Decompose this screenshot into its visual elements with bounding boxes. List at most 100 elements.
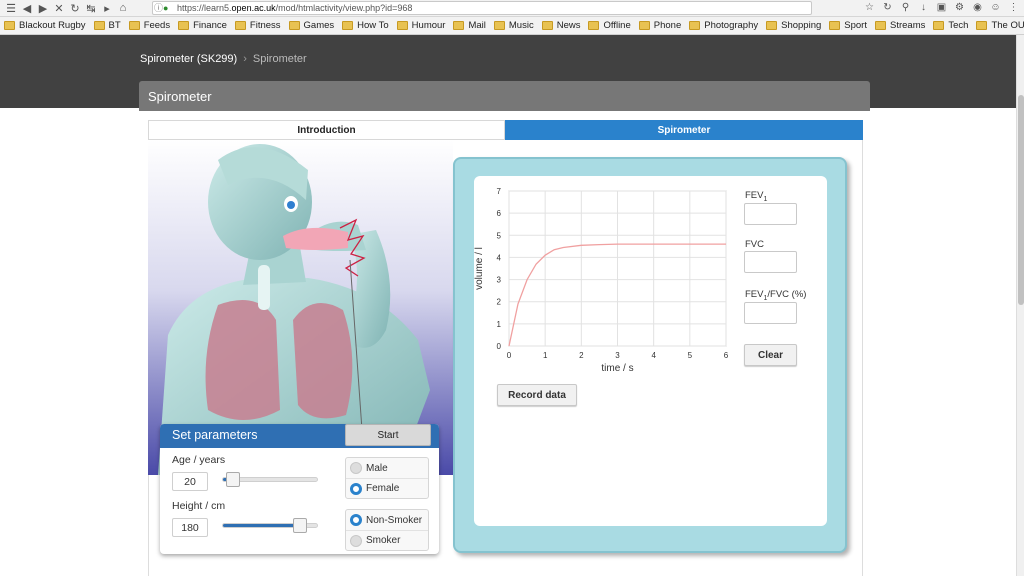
radio-non-smoker-label: Non-Smoker — [366, 514, 423, 526]
tab-introduction[interactable]: Introduction — [148, 120, 505, 140]
folder-icon — [875, 21, 886, 30]
addon-icon[interactable]: ◉ — [971, 1, 984, 14]
bookmark-blackout-rugby[interactable]: Blackout Rugby — [4, 20, 86, 31]
bookmark-streams[interactable]: Streams — [875, 20, 925, 31]
y-axis-label: volume / l — [474, 247, 485, 290]
bookmark-tech[interactable]: Tech — [933, 20, 968, 31]
radio-female[interactable]: Female — [346, 478, 428, 498]
settings-icon[interactable]: ⚙ — [953, 1, 966, 14]
tab-spirometer[interactable]: Spirometer — [505, 120, 863, 140]
stop-icon[interactable]: ✕ — [52, 1, 66, 15]
height-slider-fill — [223, 524, 300, 527]
spirometer-panel: 012345601234567 time / s volume / l FEV1… — [474, 176, 827, 526]
bookmark-sport[interactable]: Sport — [829, 20, 867, 31]
bookmark-offline[interactable]: Offline — [588, 20, 631, 31]
radio-smoker[interactable]: Smoker — [346, 530, 428, 550]
more-icon[interactable]: ⋮ — [1007, 1, 1020, 14]
search-icon[interactable]: ⚲ — [899, 1, 912, 14]
forward-icon[interactable]: ▶ — [36, 1, 50, 15]
bookmark-bt[interactable]: BT — [93, 20, 121, 31]
start-button[interactable]: Start — [345, 424, 431, 446]
age-slider[interactable] — [222, 472, 318, 487]
bookmark-label: Games — [303, 20, 335, 31]
url-domain: open.ac.uk — [231, 3, 276, 13]
record-data-button[interactable]: Record data — [497, 384, 577, 406]
scrollbar-thumb[interactable] — [1018, 95, 1024, 305]
download-icon[interactable]: ↓ — [917, 1, 930, 14]
radio-male[interactable]: Male — [346, 458, 428, 478]
radio-male-indicator[interactable] — [350, 462, 362, 474]
bookmark-label: Streams — [890, 20, 926, 31]
folder-icon — [638, 21, 650, 30]
radio-male-label: Male — [366, 462, 388, 474]
age-field[interactable]: 20 — [172, 472, 208, 491]
bookmark-games[interactable]: Games — [288, 20, 335, 31]
y-tick-label: 4 — [497, 253, 502, 262]
x-tick-label: 5 — [688, 351, 693, 360]
folder-icon — [4, 21, 15, 30]
url-path: /mod/htmlactivity/view.php?id=968 — [275, 3, 413, 13]
bookmark-the-ou[interactable]: The OU — [976, 20, 1024, 31]
bookmark-star-icon[interactable]: ☆ — [863, 1, 876, 14]
y-tick-label: 1 — [497, 320, 502, 329]
home-icon[interactable]: ⌂ — [116, 1, 130, 15]
profile-icon[interactable]: ☺ — [989, 1, 1002, 14]
folder-icon — [689, 21, 701, 30]
radio-smoker-indicator[interactable] — [350, 535, 362, 547]
y-tick-label: 0 — [497, 342, 502, 351]
bookmark-humour[interactable]: Humour — [396, 20, 445, 31]
height-slider-handle[interactable] — [292, 518, 307, 533]
folder-icon — [493, 21, 505, 30]
x-tick-label: 3 — [615, 351, 620, 360]
bookmark-shopping[interactable]: Shopping — [766, 20, 821, 31]
folder-icon — [933, 21, 945, 30]
breadcrumb-separator: › — [243, 53, 247, 65]
fev1-output — [744, 203, 797, 225]
folder-icon — [128, 21, 140, 30]
height-field[interactable]: 180 — [172, 518, 208, 537]
bookmark-fitness[interactable]: Fitness — [234, 20, 281, 31]
bookmark-photography[interactable]: Photography — [689, 20, 758, 31]
y-tick-label: 3 — [497, 276, 502, 285]
back-icon[interactable]: ◀ — [20, 1, 34, 15]
radio-female-indicator[interactable] — [350, 483, 362, 495]
ratio-output — [744, 302, 797, 324]
bookmark-feeds[interactable]: Feeds — [128, 20, 170, 31]
y-tick-label: 5 — [497, 231, 502, 240]
chart-grid — [508, 190, 727, 347]
address-bar[interactable]: ⓘ ● https://learn5.open.ac.uk/mod/htmlac… — [152, 1, 812, 15]
bookmark-mail[interactable]: Mail — [453, 20, 486, 31]
extension-icon[interactable]: ▣ — [935, 1, 948, 14]
radio-non-smoker[interactable]: Non-Smoker — [346, 510, 428, 530]
radio-non-smoker-indicator[interactable] — [350, 514, 362, 526]
bookmark-phone[interactable]: Phone — [638, 20, 681, 31]
bookmark-label: The OU — [991, 20, 1024, 31]
bookmark-label: Fitness — [249, 20, 281, 31]
bookmark-finance[interactable]: Finance — [178, 20, 227, 31]
clear-button[interactable]: Clear — [744, 344, 797, 366]
bookmark-how-to[interactable]: How To — [342, 20, 389, 31]
bookmark-label: Mail — [468, 20, 486, 31]
breadcrumb: Spirometer (SK299) › Spirometer — [140, 53, 307, 65]
bookmark-music[interactable]: Music — [493, 20, 534, 31]
breadcrumb-parent[interactable]: Spirometer (SK299) — [140, 53, 237, 65]
menu-icon[interactable]: ☰ — [4, 1, 18, 15]
info-icon[interactable]: ⓘ — [154, 2, 163, 14]
url-prefix: https://learn5. — [177, 3, 232, 13]
reload-icon[interactable]: ↻ — [68, 1, 82, 15]
folder-icon — [342, 21, 354, 30]
breadcrumb-current: Spirometer — [252, 53, 307, 65]
height-slider[interactable] — [222, 518, 318, 533]
height-label: Height / cm — [172, 500, 226, 512]
fev1-label-text: FEV — [745, 190, 764, 201]
parameters-panel: Set parameters Start Age / years 20 Heig… — [160, 424, 439, 554]
bookmark-news[interactable]: News — [541, 20, 580, 31]
history-icon[interactable]: ↹ — [84, 1, 98, 15]
activity-title: Spirometer — [148, 89, 212, 104]
scrollbar[interactable] — [1016, 35, 1024, 576]
ratio-label-post: /FVC (%) — [767, 289, 807, 300]
age-slider-handle[interactable] — [225, 472, 240, 487]
x-axis-label: time / s — [601, 363, 633, 374]
sync-icon[interactable]: ▸ — [100, 1, 114, 15]
refresh-icon[interactable]: ↻ — [881, 1, 894, 14]
